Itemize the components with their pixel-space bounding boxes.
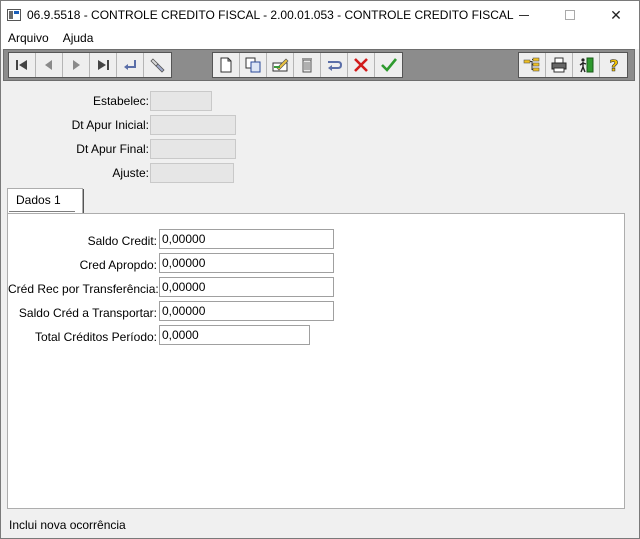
tab-dados-1-label: Dados 1 — [16, 193, 61, 207]
delete-record-button[interactable] — [294, 53, 321, 77]
estabelec-label: Estabelec: — [92, 94, 149, 108]
go-to-button[interactable] — [117, 53, 144, 77]
tree-button[interactable] — [519, 53, 546, 77]
cred-rec-transferencia-label: Créd Rec por Transferência: — [8, 282, 159, 296]
dt-apur-inicial-label: Dt Apur Inicial: — [71, 118, 149, 132]
menu-bar: Arquivo Ajuda — [1, 29, 639, 49]
saldo-credit-label: Saldo Credit: — [87, 234, 157, 248]
tree-icon — [523, 57, 540, 72]
dt-apur-inicial-field[interactable] — [150, 115, 236, 135]
tab-dados-1[interactable]: Dados 1 — [7, 188, 84, 215]
total-creditos-periodo-label: Total Créditos Período: — [34, 330, 157, 344]
maximize-button[interactable] — [547, 1, 593, 29]
record-actions-group — [212, 52, 403, 78]
undo-icon — [328, 61, 343, 71]
estabelec-field[interactable] — [150, 91, 212, 111]
next-record-icon — [73, 60, 80, 70]
go-to-icon — [124, 60, 136, 70]
maximize-icon — [565, 10, 575, 20]
undo-button[interactable] — [321, 53, 348, 77]
confirm-button[interactable] — [375, 53, 402, 77]
search-icon — [149, 58, 165, 73]
cancel-icon — [354, 58, 368, 72]
close-icon: ✕ — [610, 6, 622, 23]
menu-ajuda[interactable]: Ajuda — [56, 29, 101, 49]
dt-apur-final-row: Dt Apur Final: — [3, 139, 149, 159]
new-record-button[interactable] — [213, 53, 240, 77]
previous-record-button[interactable] — [36, 53, 63, 77]
exit-icon — [579, 57, 594, 73]
tab-focus-underline — [9, 211, 75, 212]
last-record-button[interactable] — [90, 53, 117, 77]
help-button[interactable]: ? — [600, 53, 627, 77]
estabelec-row: Estabelec: — [3, 91, 149, 111]
delete-record-icon — [302, 58, 312, 73]
copy-record-icon — [245, 57, 261, 73]
exit-button[interactable] — [573, 53, 600, 77]
last-record-icon — [98, 60, 109, 70]
saldo-cred-transportar-input[interactable] — [159, 301, 334, 321]
first-record-button[interactable] — [9, 53, 36, 77]
close-button[interactable]: ✕ — [593, 1, 639, 29]
minimize-icon — [519, 14, 529, 16]
dt-apur-final-label: Dt Apur Final: — [76, 142, 149, 156]
toolbar: ? — [3, 49, 635, 81]
ajuste-row: Ajuste: — [3, 163, 149, 183]
new-record-icon — [220, 57, 232, 73]
cred-apropdo-label: Cred Apropdo: — [79, 258, 157, 272]
edit-record-button[interactable] — [267, 53, 294, 77]
status-bar: Inclui nova ocorrência — [9, 518, 126, 532]
search-button[interactable] — [144, 53, 171, 77]
svg-text:?: ? — [609, 56, 618, 74]
cred-rec-transferencia-input[interactable] — [159, 277, 334, 297]
first-record-icon — [16, 60, 27, 70]
edit-record-icon — [272, 58, 289, 72]
previous-record-icon — [45, 60, 52, 70]
ajuste-label: Ajuste: — [112, 166, 149, 180]
total-creditos-periodo-input[interactable] — [159, 325, 310, 345]
confirm-icon — [380, 58, 397, 72]
saldo-credit-input[interactable] — [159, 229, 334, 249]
cred-apropdo-input[interactable] — [159, 253, 334, 273]
minimize-button[interactable] — [501, 1, 547, 29]
application-window: 06.9.5518 - CONTROLE CREDITO FISCAL - 2.… — [0, 0, 640, 539]
next-record-button[interactable] — [63, 53, 90, 77]
copy-record-button[interactable] — [240, 53, 267, 77]
app-icon[interactable] — [7, 9, 21, 21]
cancel-button[interactable] — [348, 53, 375, 77]
tools-group: ? — [518, 52, 628, 78]
dt-apur-inicial-row: Dt Apur Inicial: — [3, 115, 149, 135]
saldo-cred-transportar-label: Saldo Créd a Transportar: — [18, 306, 157, 320]
dt-apur-final-field[interactable] — [150, 139, 236, 159]
header-panel: Estabelec: Dt Apur Inicial: Dt Apur Fina… — [3, 83, 633, 185]
print-icon — [551, 57, 567, 73]
menu-arquivo[interactable]: Arquivo — [1, 29, 56, 49]
print-button[interactable] — [546, 53, 573, 77]
ajuste-field[interactable] — [150, 163, 234, 183]
navigation-group — [8, 52, 172, 78]
title-bar: 06.9.5518 - CONTROLE CREDITO FISCAL - 2.… — [1, 1, 639, 29]
help-icon: ? — [609, 56, 619, 74]
window-title: 06.9.5518 - CONTROLE CREDITO FISCAL - 2.… — [27, 8, 514, 22]
tab-content-panel: Saldo Credit: Cred Apropdo: Créd Rec por… — [7, 213, 625, 509]
